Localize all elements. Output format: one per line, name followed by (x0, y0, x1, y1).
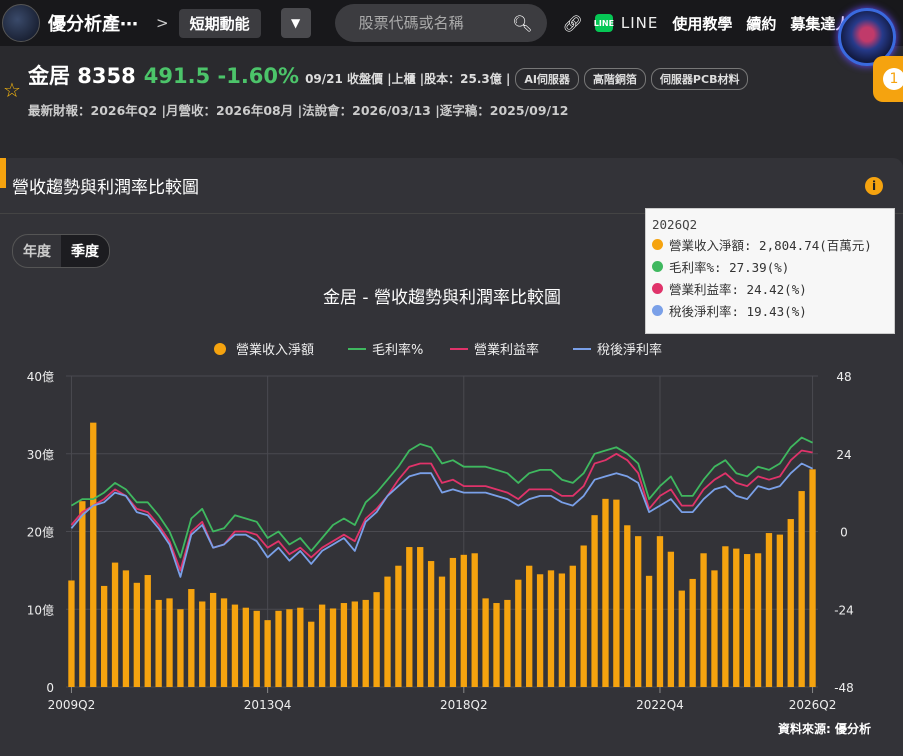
revenue-bar (460, 554, 467, 687)
revenue-bar (231, 604, 239, 687)
revenue-bar (471, 553, 478, 687)
revenue-bar (602, 498, 609, 687)
revenue-bar (689, 578, 696, 687)
revenue-bar (624, 525, 631, 687)
y-left-tick: 10億 (27, 603, 54, 617)
revenue-bar (297, 607, 304, 687)
revenue-bar (166, 598, 173, 687)
tooltip-row-revenue: 營業收入淨額: 2,804.74(百萬元) (652, 235, 888, 254)
revenue-bar (733, 548, 740, 687)
y-left-tick: 30億 (27, 448, 54, 462)
revenue-bar (504, 599, 511, 687)
revenue-bar (765, 533, 773, 687)
x-tick: 2009Q2 (48, 698, 96, 712)
y-left-tick: 0 (46, 681, 54, 695)
revenue-bar (122, 570, 130, 687)
revenue-bar (591, 515, 598, 687)
revenue-bar (645, 575, 653, 687)
revenue-bar (580, 545, 587, 687)
revenue-bar (558, 573, 566, 687)
revenue-bar (384, 576, 391, 687)
revenue-bar (754, 553, 762, 687)
revenue-bar (700, 553, 707, 687)
revenue-bar (351, 601, 358, 687)
revenue-bar (678, 590, 685, 687)
y-left-tick: 40億 (27, 370, 54, 384)
revenue-bar (373, 592, 380, 687)
revenue-bar (798, 491, 805, 687)
y-left-tick: 20億 (27, 526, 54, 540)
revenue-bar (515, 579, 522, 687)
y-right-tick: -24 (834, 603, 854, 617)
y-right-tick: 48 (836, 370, 851, 384)
revenue-bar (743, 554, 751, 687)
revenue-bar (667, 551, 675, 687)
revenue-bar (264, 620, 271, 687)
revenue-bar (199, 601, 206, 687)
legend-label: 營業收入淨額 (236, 342, 314, 358)
chart-title: 金居 - 營收趨勢與利潤率比較圖 (323, 288, 561, 308)
revenue-bar (569, 565, 576, 687)
revenue-bar (395, 565, 402, 687)
tooltip-row-gross: 毛利率%: 27.39(%) (652, 257, 888, 276)
x-tick: 2018Q2 (440, 698, 488, 712)
revenue-bar (68, 580, 75, 687)
tooltip-row-net: 稅後淨利率: 19.43(%) (652, 301, 888, 320)
tooltip-row-op: 營業利益率: 24.42(%) (652, 279, 888, 298)
tooltip-period: 2026Q2 (652, 217, 698, 232)
x-tick: 2026Q2 (789, 698, 837, 712)
revenue-bar (438, 576, 446, 687)
revenue-bar (526, 565, 533, 687)
revenue-bar (275, 610, 282, 687)
revenue-bar (253, 610, 260, 687)
revenue-bar (318, 604, 326, 687)
revenue-bar (188, 589, 195, 687)
y-right-tick: -48 (834, 681, 854, 695)
revenue-bar (482, 598, 489, 687)
revenue-bar (417, 547, 424, 687)
revenue-bar (177, 609, 184, 687)
y-right-tick: 0 (840, 526, 848, 540)
revenue-bar (493, 603, 500, 687)
x-tick: 2022Q4 (636, 698, 684, 712)
revenue-bar (155, 599, 162, 687)
gross-margin-line (70, 436, 813, 559)
chart-tooltip: 2026Q2 營業收入淨額: 2,804.74(百萬元) 毛利率%: 27.39… (645, 208, 895, 334)
data-source: 資料來源: 優分析 (778, 722, 871, 736)
revenue-bar (144, 575, 151, 687)
legend-label: 稅後淨利率 (597, 342, 662, 358)
revenue-bar (711, 570, 718, 687)
revenue-bar (613, 499, 620, 687)
legend-label: 營業利益率 (474, 342, 539, 358)
revenue-bar (362, 599, 369, 687)
revenue-bar (656, 536, 664, 687)
revenue-bar (340, 603, 348, 687)
revenue-bar (635, 536, 642, 687)
legend-marker (214, 343, 226, 355)
revenue-bar (547, 570, 555, 687)
revenue-bar (100, 585, 108, 687)
revenue-bar (220, 598, 228, 687)
x-tick: 2013Q4 (244, 698, 292, 712)
revenue-bar (242, 607, 249, 687)
revenue-bar (776, 534, 784, 687)
revenue-bar (133, 582, 141, 687)
revenue-bar (536, 574, 544, 687)
y-right-tick: 24 (836, 448, 851, 462)
revenue-bar (79, 501, 86, 687)
legend-label: 毛利率% (372, 342, 423, 358)
revenue-margin-chart: 金居 - 營收趨勢與利潤率比較圖營業收入淨額 毛利率% 營業利益率 稅後淨利率 0 -48… (27, 288, 854, 712)
revenue-bar (308, 621, 315, 687)
revenue-bar (90, 422, 97, 687)
revenue-bar (787, 519, 794, 687)
revenue-bar (111, 562, 119, 687)
revenue-bar (809, 469, 816, 687)
revenue-bar (722, 546, 729, 687)
revenue-bar (209, 592, 217, 687)
revenue-bar (329, 608, 337, 687)
revenue-bar (286, 609, 293, 687)
revenue-bar (406, 547, 413, 687)
revenue-bar (427, 561, 435, 687)
revenue-bar (449, 557, 457, 687)
